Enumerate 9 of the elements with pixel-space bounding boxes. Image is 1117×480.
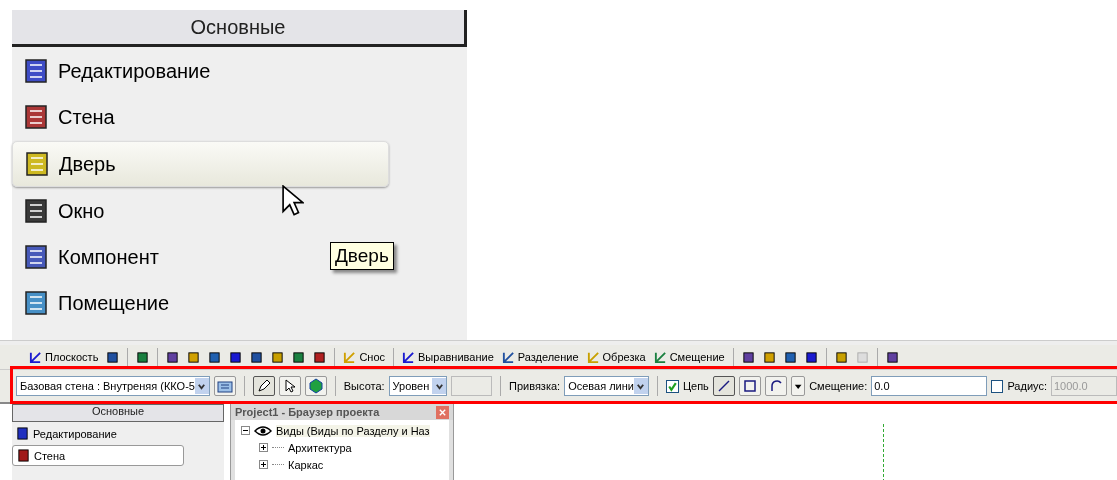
tooltip: Дверь — [330, 242, 394, 270]
palette-header: Основные — [12, 10, 467, 47]
radius-label: Радиус: — [1007, 380, 1047, 392]
palette-header: Основные — [12, 404, 224, 422]
height-label: Высота: — [343, 380, 385, 392]
offset-label: Смещение: — [809, 380, 868, 392]
snap-label: Привязка: — [509, 380, 561, 392]
chain-label: Цепь — [682, 380, 709, 392]
panel-title: Project1 - Браузер проекта — [235, 406, 380, 418]
